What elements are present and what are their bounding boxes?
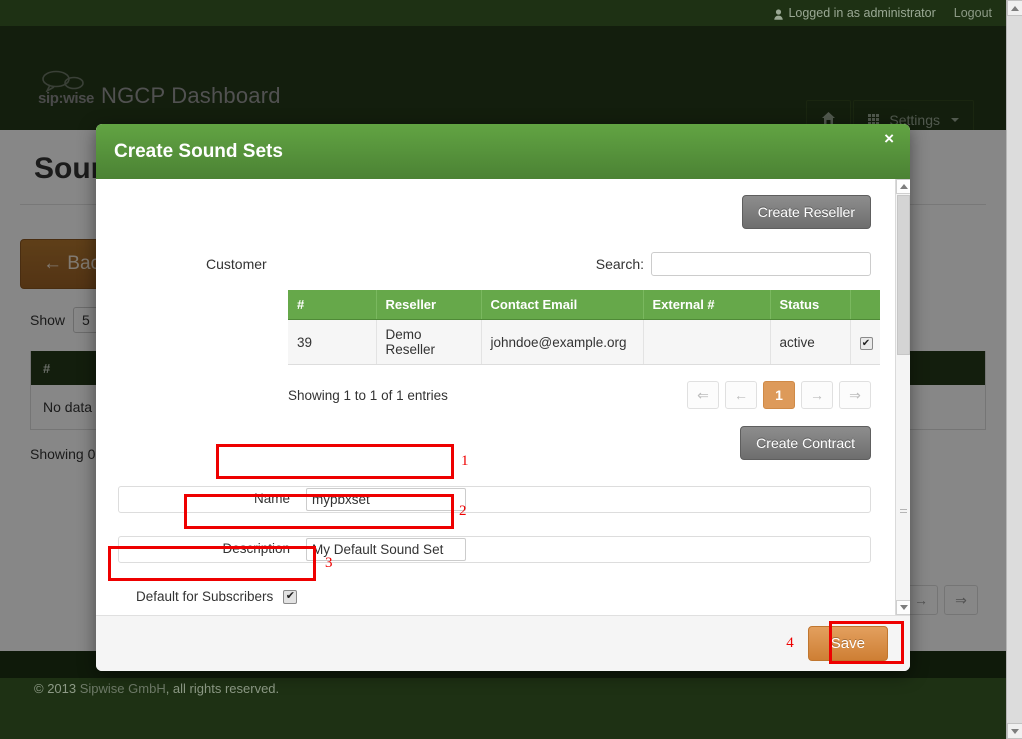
column-header-id[interactable]: # bbox=[288, 290, 377, 320]
annotation-number-2: 2 bbox=[459, 503, 467, 519]
customer-table: # Reseller Contact Email External # Stat… bbox=[288, 290, 880, 365]
cell-reseller: Demo Reseller bbox=[376, 319, 482, 365]
pager-page-1[interactable]: 1 bbox=[763, 381, 795, 409]
cell-id: 39 bbox=[288, 319, 377, 365]
logged-in-status: Logged in as administrator bbox=[774, 6, 936, 20]
logged-in-text: Logged in as administrator bbox=[788, 6, 936, 20]
customer-pagination: ⇐ ← 1 → ⇒ bbox=[687, 381, 888, 409]
pager-first[interactable]: ⇐ bbox=[687, 381, 719, 409]
brand[interactable]: sip:wise NGCP Dashboard bbox=[38, 70, 281, 109]
brand-title: NGCP Dashboard bbox=[101, 83, 281, 108]
modal-title: Create Sound Sets bbox=[114, 141, 283, 162]
default-subscribers-row: Default for Subscribers ✔ bbox=[118, 589, 888, 604]
default-subscribers-checkbox[interactable]: ✔ bbox=[283, 589, 298, 604]
customer-table-header-row: # Reseller Contact Email External # Stat… bbox=[288, 290, 880, 320]
description-field-row: Description bbox=[118, 536, 888, 563]
name-field-row: Name bbox=[118, 486, 888, 513]
sipwise-logo: sip:wise bbox=[38, 70, 94, 107]
company-link[interactable]: Sipwise GmbH bbox=[80, 681, 166, 696]
window-scrollbar[interactable] bbox=[1006, 0, 1022, 739]
cell-external-id bbox=[643, 319, 771, 365]
copyright-suffix: , all rights reserved. bbox=[165, 681, 280, 696]
pager-last[interactable]: ⇒ bbox=[839, 381, 871, 409]
close-icon[interactable]: × bbox=[884, 129, 894, 149]
cell-status: active bbox=[770, 319, 851, 365]
chevron-down-icon bbox=[951, 117, 959, 122]
create-reseller-button[interactable]: Create Reseller bbox=[741, 195, 871, 229]
annotation-number-4: 4 bbox=[786, 635, 794, 651]
show-label: Show bbox=[30, 312, 66, 328]
modal-scrollbar[interactable] bbox=[895, 179, 910, 615]
default-subscribers-label: Default for Subscribers bbox=[136, 589, 274, 604]
name-input[interactable] bbox=[306, 488, 466, 511]
column-header-contact-email[interactable]: Contact Email bbox=[481, 290, 644, 320]
scroll-down-arrow[interactable] bbox=[896, 600, 910, 615]
sipwise-wordmark: sip:wise bbox=[38, 90, 94, 107]
create-sound-sets-modal: Create Sound Sets × Create Reseller Cust… bbox=[96, 124, 910, 671]
search-label: Search: bbox=[595, 256, 644, 272]
description-label: Description bbox=[222, 541, 290, 556]
column-header-select bbox=[850, 290, 880, 320]
customer-table-footer: Showing 1 to 1 of 1 entries ⇐ ← 1 → ⇒ bbox=[288, 381, 888, 409]
annotation-number-1: 1 bbox=[461, 453, 469, 469]
window-scroll-up-arrow[interactable] bbox=[1007, 0, 1022, 16]
scroll-thumb[interactable] bbox=[897, 195, 910, 355]
row-select-checkbox[interactable]: ✔ bbox=[859, 337, 873, 351]
cell-select[interactable]: ✔ bbox=[850, 319, 880, 365]
customer-showing-info: Showing 1 to 1 of 1 entries bbox=[288, 387, 448, 403]
create-contract-button[interactable]: Create Contract bbox=[740, 426, 871, 460]
top-utility-bar: Logged in as administrator Logout bbox=[0, 0, 1006, 26]
save-button[interactable]: Save bbox=[807, 626, 888, 661]
modal-header: Create Sound Sets × bbox=[96, 124, 910, 179]
modal-body: Create Reseller Customer Search: # Resel… bbox=[96, 179, 910, 615]
pager-next[interactable]: → bbox=[801, 381, 833, 409]
modal-footer: 4 Save bbox=[96, 615, 910, 671]
pager-last[interactable]: ⇒ bbox=[944, 585, 978, 615]
scroll-grip-icon bbox=[900, 509, 907, 514]
column-header-status[interactable]: Status bbox=[770, 290, 851, 320]
navbar: sip:wise NGCP Dashboard Settings bbox=[0, 26, 1006, 139]
cell-contact-email: johndoe@example.org bbox=[481, 319, 644, 365]
logout-link[interactable]: Logout bbox=[954, 6, 992, 20]
screen: Logged in as administrator Logout sip:wi… bbox=[0, 0, 1022, 739]
speech-bubbles-icon bbox=[40, 70, 96, 94]
search-input[interactable] bbox=[651, 252, 871, 276]
person-icon bbox=[774, 8, 784, 20]
name-label: Name bbox=[253, 491, 290, 506]
table-row[interactable]: 39 Demo Reseller johndoe@example.org act… bbox=[288, 319, 880, 365]
copyright-prefix: © 2013 bbox=[34, 681, 80, 696]
window-scroll-down-arrow[interactable] bbox=[1007, 723, 1022, 739]
customer-label: Customer bbox=[206, 256, 267, 272]
column-header-reseller[interactable]: Reseller bbox=[376, 290, 482, 320]
column-header-external-id[interactable]: External # bbox=[643, 290, 771, 320]
scroll-up-arrow[interactable] bbox=[896, 179, 910, 194]
pager-prev[interactable]: ← bbox=[725, 381, 757, 409]
customer-search-row: Customer Search: bbox=[118, 252, 888, 276]
annotation-number-3: 3 bbox=[325, 555, 333, 571]
search-area: Search: bbox=[596, 252, 888, 276]
